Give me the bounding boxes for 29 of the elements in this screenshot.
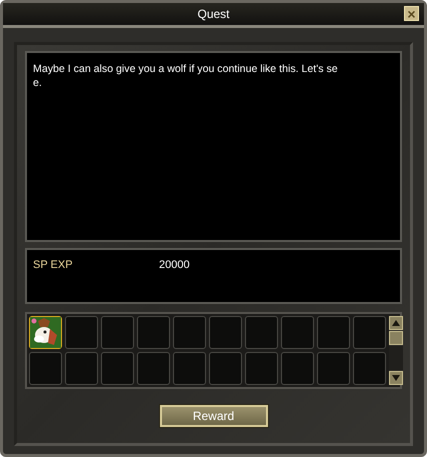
item-slot[interactable] — [29, 316, 62, 349]
empty-slot[interactable] — [209, 352, 242, 385]
empty-slot[interactable] — [317, 316, 350, 349]
empty-slot[interactable] — [101, 316, 134, 349]
up-arrow-icon — [392, 320, 400, 326]
empty-slot[interactable] — [281, 316, 314, 349]
empty-slot[interactable] — [173, 316, 206, 349]
empty-slot[interactable] — [317, 352, 350, 385]
empty-slot[interactable] — [209, 316, 242, 349]
close-button[interactable]: × — [404, 6, 419, 21]
creature-icon — [30, 317, 61, 348]
empty-slot[interactable] — [137, 352, 170, 385]
reward-button[interactable]: Reward — [160, 405, 268, 427]
dialogue-text: e. — [33, 76, 43, 90]
empty-slot[interactable] — [173, 352, 206, 385]
empty-slot[interactable] — [245, 352, 278, 385]
scroll-thumb[interactable] — [389, 331, 403, 345]
dialogue-text: Maybe I can also give you a wolf if you continue like this. Let's se — [33, 62, 339, 76]
scrollbar[interactable] — [389, 316, 403, 385]
empty-slot[interactable] — [281, 352, 314, 385]
down-arrow-icon — [392, 375, 400, 381]
empty-slot[interactable] — [137, 316, 170, 349]
reward-label: SP EXP — [33, 259, 74, 271]
scroll-down-button[interactable] — [389, 371, 403, 385]
reward-value: 20000 — [159, 259, 190, 271]
empty-slot[interactable] — [245, 316, 278, 349]
empty-slot[interactable] — [101, 352, 134, 385]
window-title: Quest — [197, 7, 230, 21]
scroll-up-button[interactable] — [389, 316, 403, 330]
